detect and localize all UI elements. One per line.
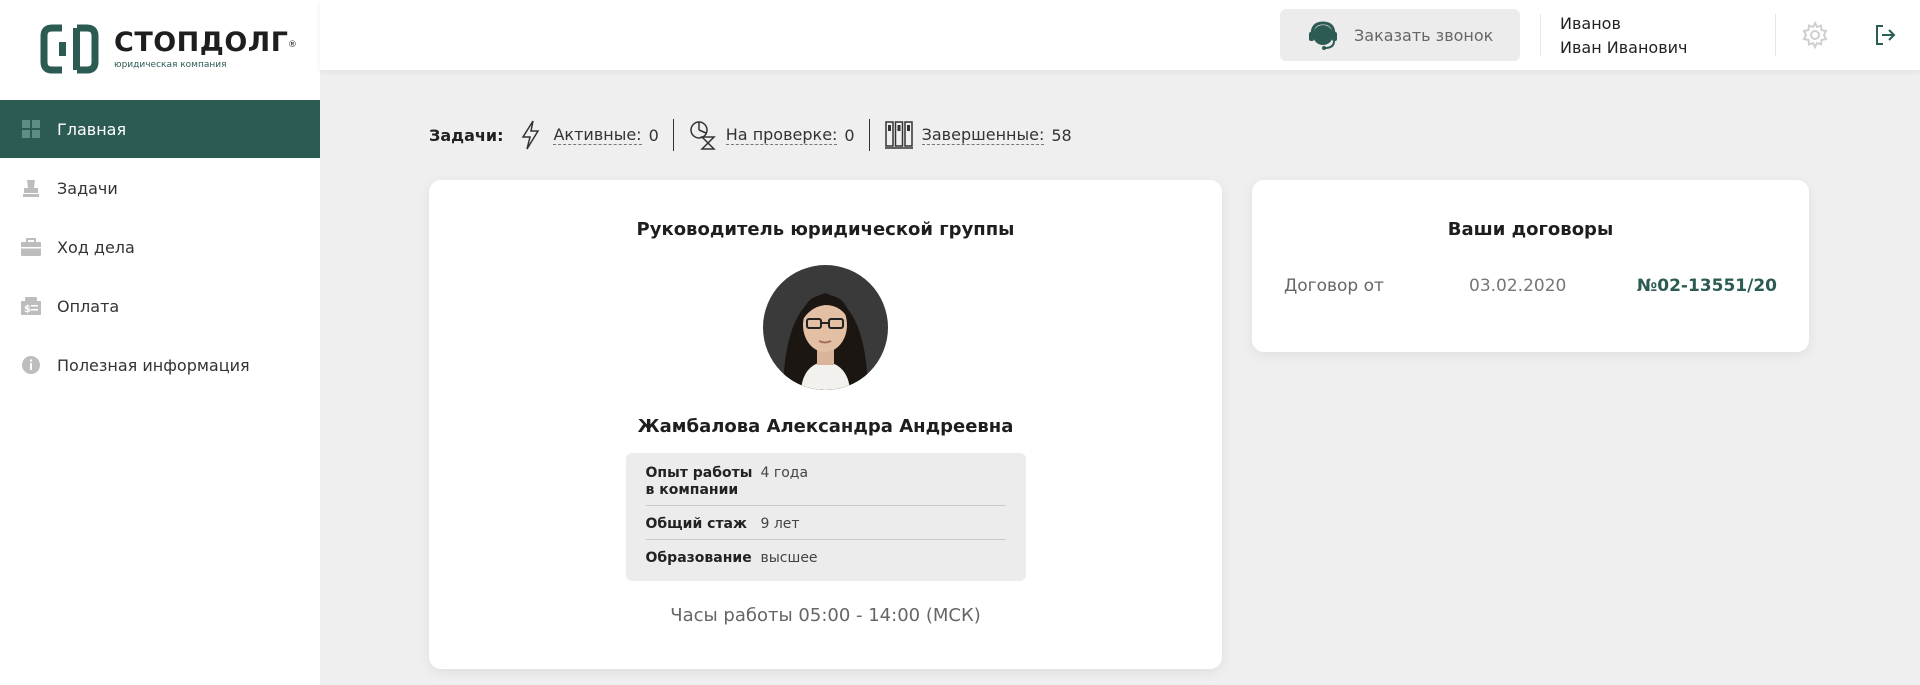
task-review: На проверке: 0 (688, 120, 855, 150)
logout-button[interactable] (1870, 20, 1900, 50)
manager-card-title: Руководитель юридической группы (636, 219, 1015, 240)
info-row: Опыт работы в компании 4 года (645, 461, 1006, 506)
svg-text:$: $ (24, 304, 31, 315)
sidebar-item-label: Оплата (57, 296, 120, 316)
user-name[interactable]: Иванов Иван Иванович (1560, 12, 1687, 60)
task-divider (868, 119, 870, 151)
settings-button[interactable] (1800, 20, 1830, 50)
info-row: Образование высшее (646, 540, 1006, 573)
contract-number-link[interactable]: №02-13551/20 (1637, 276, 1777, 296)
active-tasks-link[interactable]: Активные: (553, 125, 642, 145)
sidebar: СТОПДОЛГ ® юридическая компания Главная З… (0, 0, 320, 685)
sidebar-item-label: Полезная информация (57, 355, 250, 375)
info-value: 9 лет (760, 516, 800, 532)
sidebar-item-tasks[interactable]: Задачи (0, 159, 320, 217)
payment-icon: $ (20, 295, 42, 317)
logo-name: СТОПДОЛГ ® (114, 27, 298, 58)
tasks-title: Задачи: (429, 125, 504, 145)
tasks-summary: Задачи: Активные: 0 На проверке: 0 Завер… (429, 119, 1072, 151)
active-tasks-count: 0 (648, 125, 659, 145)
contract-row: Договор от 03.02.2020 №02-13551/20 (1284, 276, 1777, 296)
hourglass-icon (688, 120, 718, 150)
task-done: Завершенные: 58 (884, 120, 1072, 150)
headset-icon (1309, 21, 1337, 50)
order-call-button[interactable]: Заказать звонок (1280, 9, 1520, 61)
user-first-names: Иван Иванович (1560, 38, 1688, 57)
contract-label: Договор от (1284, 276, 1384, 296)
briefcase-icon (20, 236, 42, 258)
contracts-card-title: Ваши договоры (1447, 219, 1614, 240)
order-call-label: Заказать звонок (1354, 25, 1494, 45)
manager-name: Жамбалова Александра Андреевна (637, 416, 1014, 437)
sidebar-item-label: Задачи (57, 178, 118, 198)
lightning-icon (515, 120, 545, 150)
working-hours: Часы работы 05:00 - 14:00 (МСК) (670, 605, 981, 626)
logo[interactable]: СТОПДОЛГ ® юридическая компания (40, 24, 298, 74)
info-icon (20, 354, 42, 376)
binders-icon (884, 120, 914, 150)
info-key: Опыт работы в компании (645, 465, 753, 498)
done-tasks-count: 58 (1051, 125, 1072, 145)
info-value: высшее (760, 550, 818, 566)
stamp-icon (20, 177, 42, 199)
logout-icon (1876, 25, 1896, 45)
top-header: Заказать звонок Иванов Иван Иванович (320, 0, 1920, 70)
sidebar-item-case-progress[interactable]: Ход дела (0, 218, 320, 276)
done-tasks-link[interactable]: Завершенные: (921, 125, 1045, 145)
manager-card: Руководитель юридической группы Жамбалов… (429, 180, 1222, 669)
logo-mark-icon (40, 24, 99, 74)
grid-icon (20, 118, 42, 140)
task-divider (672, 119, 674, 151)
user-last-name: Иванов (1560, 14, 1621, 33)
sidebar-item-home[interactable]: Главная (0, 100, 320, 158)
sidebar-nav: Главная Задачи Ход дела $ Оплата Полезна… (0, 100, 320, 395)
header-divider (1775, 14, 1776, 56)
sidebar-item-label: Главная (57, 119, 127, 139)
avatar (763, 265, 888, 390)
contracts-card: Ваши договоры Договор от 03.02.2020 №02-… (1252, 180, 1809, 352)
contract-date: 03.02.2020 (1469, 276, 1567, 296)
info-value: 4 года (760, 465, 809, 481)
sidebar-item-useful-info[interactable]: Полезная информация (0, 336, 320, 394)
manager-info-table: Опыт работы в компании 4 года Общий стаж… (625, 453, 1026, 581)
gear-icon (1802, 21, 1828, 49)
review-tasks-link[interactable]: На проверке: (725, 125, 838, 145)
sidebar-item-payment[interactable]: $ Оплата (0, 277, 320, 335)
info-row: Общий стаж 9 лет (645, 506, 1006, 540)
info-key: Образование (645, 550, 752, 566)
logo-subtitle: юридическая компания (114, 60, 227, 70)
info-key: Общий стаж (645, 516, 747, 532)
review-tasks-count: 0 (844, 125, 855, 145)
task-active: Активные: 0 (515, 120, 659, 150)
sidebar-item-label: Ход дела (57, 237, 135, 257)
header-divider (1540, 14, 1541, 56)
